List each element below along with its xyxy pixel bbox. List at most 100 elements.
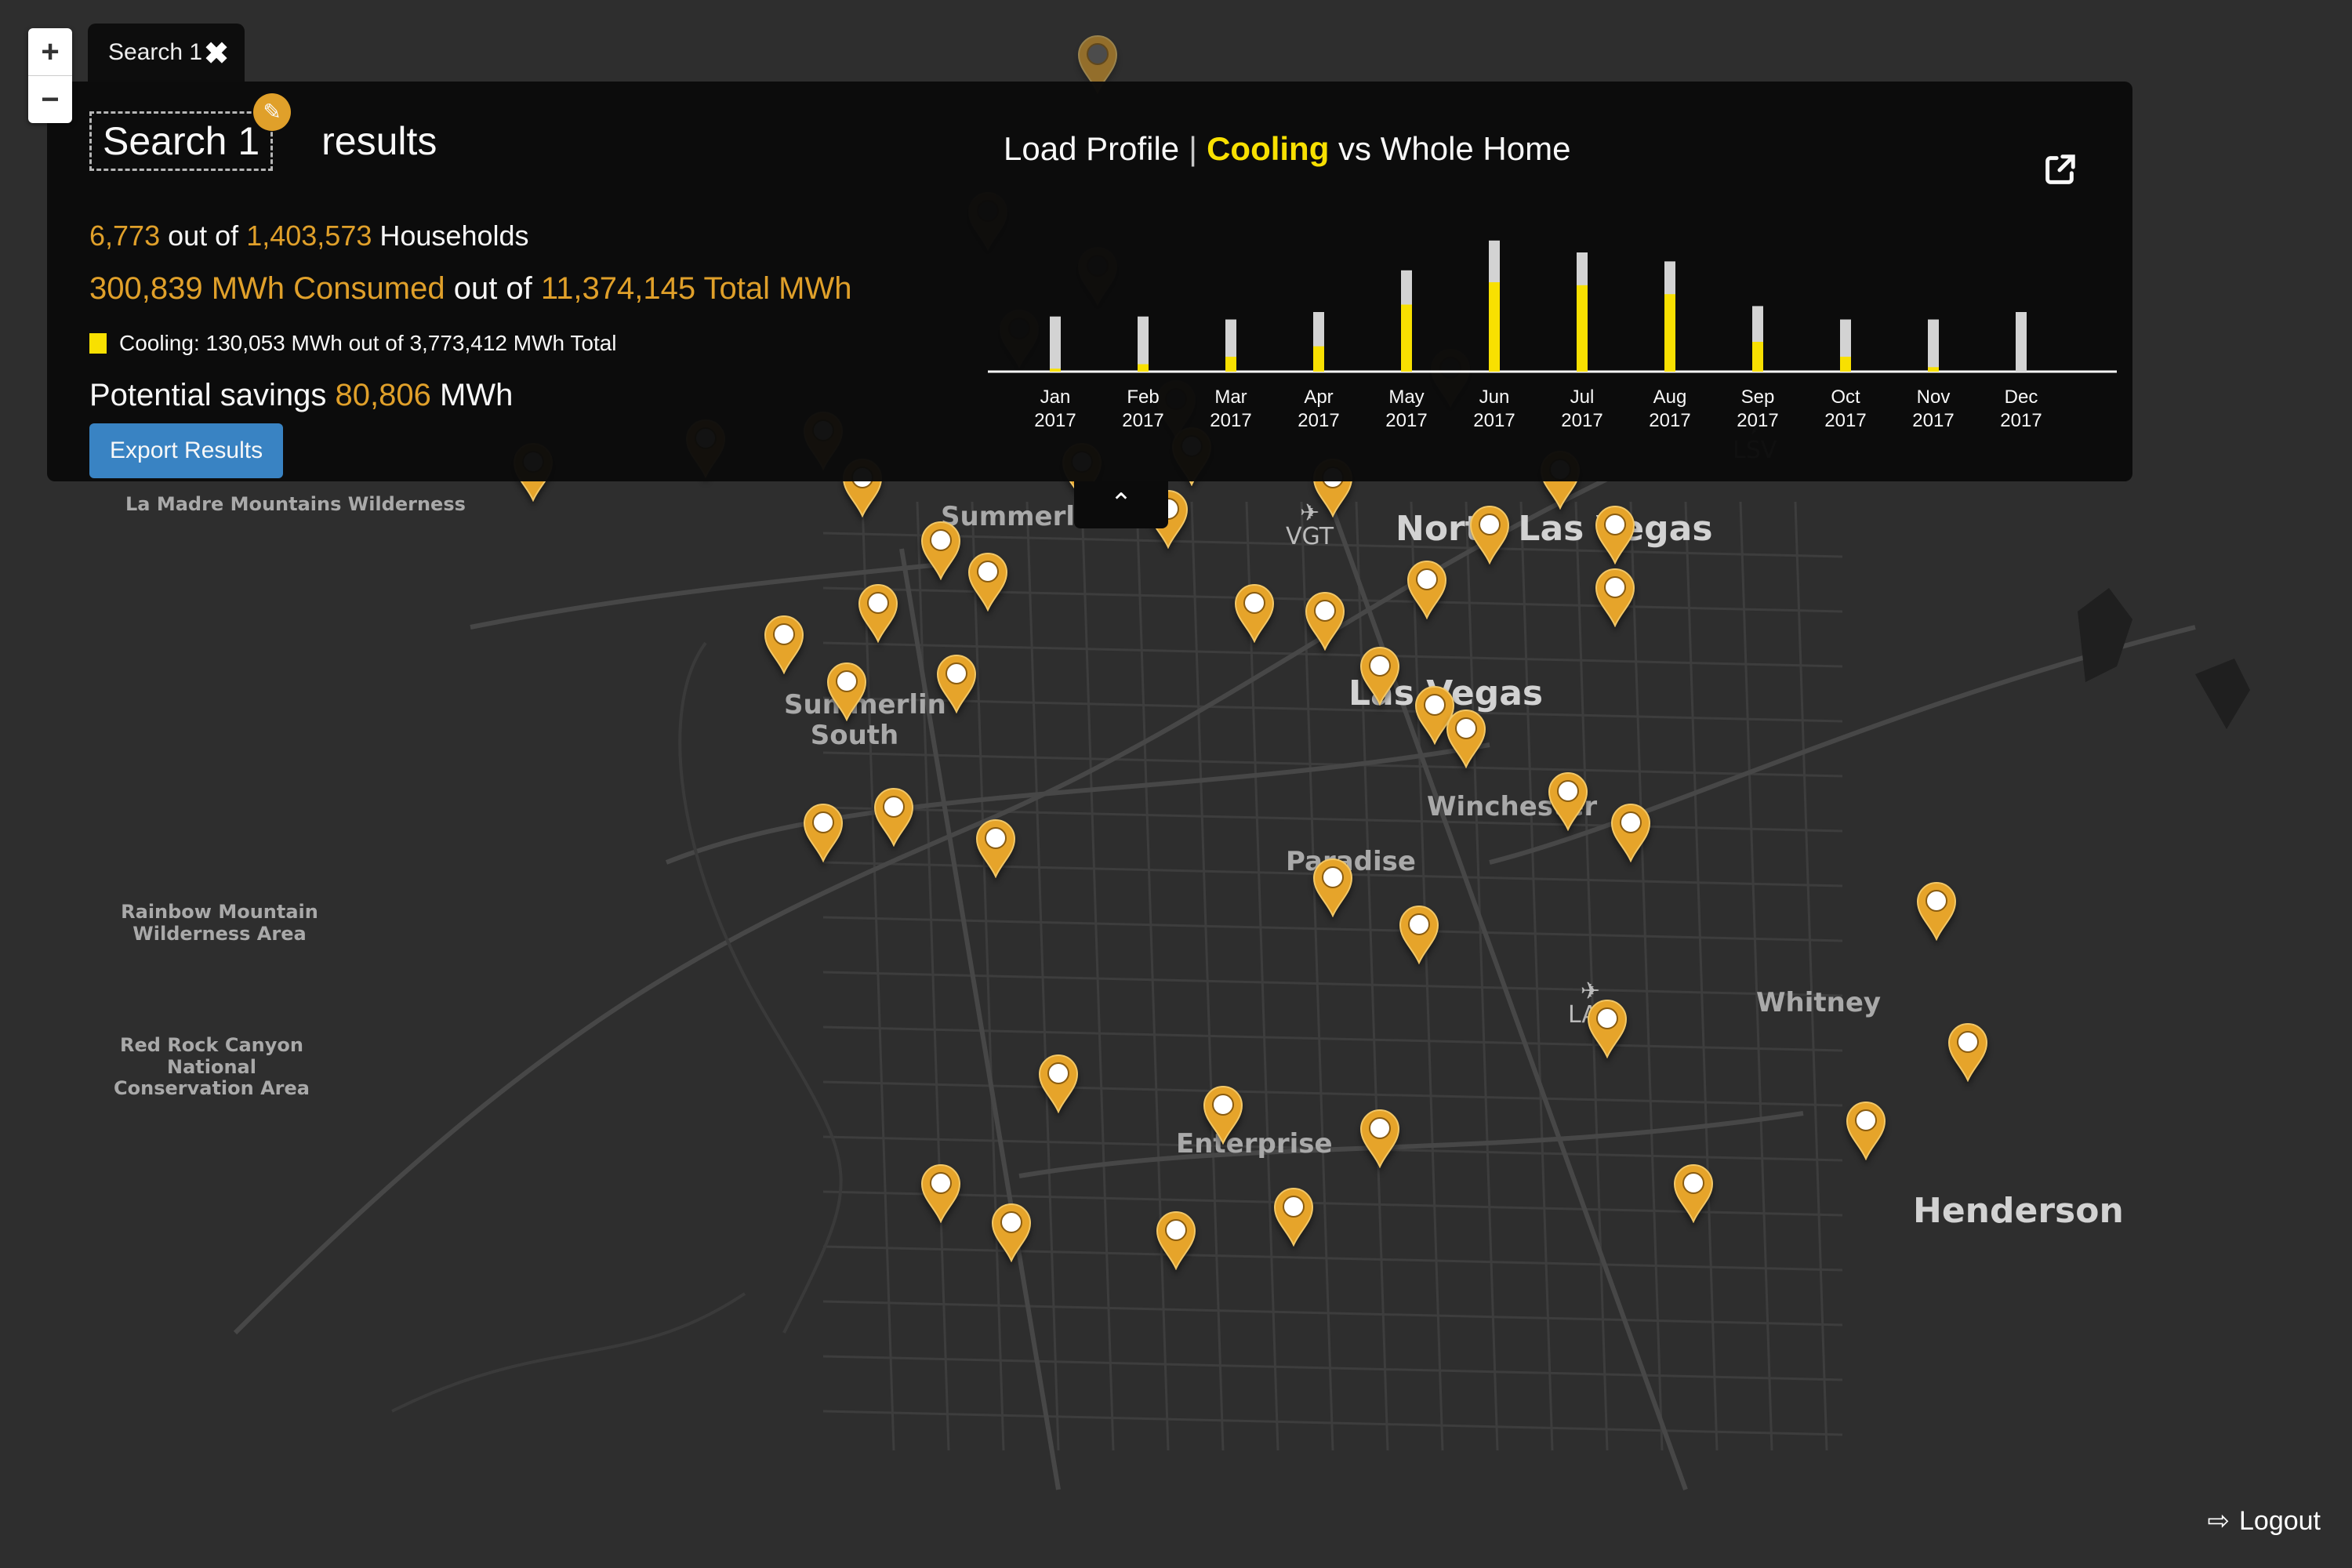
place-enterprise: Enterprise bbox=[1176, 1128, 1333, 1160]
x-tick-label: 2017 bbox=[1122, 410, 1163, 431]
logout-label: Logout bbox=[2239, 1505, 2321, 1536]
x-tick-label: Nov bbox=[1917, 387, 1951, 408]
x-tick-label: Jan bbox=[1040, 387, 1071, 408]
map-pin-icon[interactable] bbox=[1915, 880, 1958, 941]
results-panel: Search 1 ✎ results 6,773 out of 1,403,57… bbox=[47, 82, 2132, 481]
map-pin-icon[interactable] bbox=[1358, 1107, 1402, 1168]
map-pin-icon[interactable] bbox=[1468, 503, 1512, 564]
bar-cooling[interactable] bbox=[1138, 364, 1149, 372]
logout-icon: ⇨ bbox=[2207, 1506, 2230, 1536]
zoom-in-button[interactable]: + bbox=[28, 28, 72, 75]
pencil-icon[interactable]: ✎ bbox=[253, 93, 292, 131]
bar-cooling[interactable] bbox=[1401, 304, 1412, 372]
zoom-control: + − bbox=[28, 28, 72, 123]
x-tick-label: Sep bbox=[1741, 387, 1775, 408]
x-tick-label: 2017 bbox=[1649, 410, 1690, 431]
map-pin-icon[interactable] bbox=[1546, 770, 1590, 831]
x-tick-label: 2017 bbox=[1561, 410, 1602, 431]
bar-cooling[interactable] bbox=[1752, 342, 1763, 372]
households-stat: 6,773 out of 1,403,573 Households bbox=[89, 220, 529, 252]
place-whitney: Whitney bbox=[1756, 987, 1882, 1018]
place-henderson: Henderson bbox=[1913, 1191, 2124, 1231]
search-name-text: Search 1 bbox=[103, 119, 260, 163]
map-pin-icon[interactable] bbox=[801, 801, 845, 862]
bar-whole-home[interactable] bbox=[1928, 319, 1939, 372]
bar-whole-home[interactable] bbox=[1050, 316, 1061, 372]
tab-label: Search 1 bbox=[108, 39, 203, 65]
x-tick-label: 2017 bbox=[1473, 410, 1515, 431]
x-tick-label: 2017 bbox=[1824, 410, 1866, 431]
x-tick-label: Feb bbox=[1127, 387, 1159, 408]
search-name-editable[interactable]: Search 1 ✎ bbox=[89, 93, 292, 171]
bar-cooling[interactable] bbox=[1225, 357, 1236, 372]
savings-stat: Potential savings 80,806 MWh bbox=[89, 378, 514, 412]
map-pin-icon[interactable] bbox=[1036, 1052, 1080, 1113]
map-pin-icon[interactable] bbox=[966, 550, 1010, 612]
bar-cooling[interactable] bbox=[1313, 346, 1324, 372]
x-tick-label: 2017 bbox=[1912, 410, 1954, 431]
chart-title: Load Profile | Cooling vs Whole Home bbox=[1004, 130, 1571, 167]
map-pin-icon[interactable] bbox=[935, 652, 978, 713]
bar-cooling[interactable] bbox=[1840, 357, 1851, 372]
cooling-stat: Cooling: 130,053 MWh out of 3,773,412 MW… bbox=[89, 331, 617, 356]
bar-cooling[interactable] bbox=[1577, 285, 1588, 372]
place-north-las-vegas: North Las Vegas bbox=[1396, 509, 1713, 549]
map-pin-icon[interactable] bbox=[989, 1201, 1033, 1262]
map-pin-icon[interactable] bbox=[1444, 707, 1488, 768]
bar-cooling[interactable] bbox=[1050, 368, 1061, 372]
collapse-panel-button[interactable]: ⌃ bbox=[1074, 481, 1168, 528]
zoom-out-button[interactable]: − bbox=[28, 75, 72, 123]
bar-cooling[interactable] bbox=[1489, 282, 1500, 372]
bar-cooling[interactable] bbox=[1928, 367, 1939, 372]
map-pin-icon[interactable] bbox=[1946, 1021, 1990, 1082]
map-pin-icon[interactable] bbox=[1593, 503, 1637, 564]
bar-cooling[interactable] bbox=[1664, 294, 1675, 372]
map-pin-icon[interactable] bbox=[1311, 856, 1355, 917]
x-tick-label: Aug bbox=[1653, 387, 1687, 408]
map-pin-icon[interactable] bbox=[1201, 1083, 1245, 1145]
x-tick-label: Jun bbox=[1479, 387, 1510, 408]
consumption-stat: 300,839 MWh Consumed out of 11,374,145 T… bbox=[89, 271, 852, 306]
map-pin-icon[interactable] bbox=[1232, 582, 1276, 643]
map-pin-icon[interactable] bbox=[919, 519, 963, 580]
cooling-swatch bbox=[89, 333, 107, 354]
map-pin-icon[interactable] bbox=[872, 786, 916, 847]
logout-button[interactable]: ⇨ Logout bbox=[2208, 1505, 2321, 1537]
bar-whole-home[interactable] bbox=[1138, 316, 1149, 372]
place-la-madre: La Madre Mountains Wilderness bbox=[125, 493, 466, 515]
map-pin-icon[interactable] bbox=[1303, 590, 1347, 651]
export-results-button[interactable]: Export Results bbox=[89, 423, 284, 478]
map-pin-icon[interactable] bbox=[1405, 558, 1449, 619]
x-tick-label: 2017 bbox=[1210, 410, 1251, 431]
map-pin-icon[interactable] bbox=[1585, 997, 1629, 1058]
external-link-icon[interactable] bbox=[2042, 152, 2078, 188]
map-pin-icon[interactable] bbox=[856, 582, 900, 643]
x-tick-label: 2017 bbox=[1034, 410, 1076, 431]
results-label: results bbox=[321, 119, 437, 163]
x-tick-label: Dec bbox=[2005, 387, 2038, 408]
tab-search-1[interactable]: Search 1 ✖ bbox=[88, 24, 245, 82]
results-header: Search 1 ✎ results bbox=[89, 93, 437, 171]
map-pin-icon[interactable] bbox=[1671, 1162, 1715, 1223]
x-tick-label: Jul bbox=[1570, 387, 1595, 408]
x-tick-label: 2017 bbox=[1737, 410, 1778, 431]
map-pin-icon[interactable] bbox=[1593, 566, 1637, 627]
map-pin-icon[interactable] bbox=[1358, 644, 1402, 706]
map-pin-icon[interactable] bbox=[1609, 801, 1653, 862]
x-tick-label: Apr bbox=[1304, 387, 1333, 408]
map-pin-icon[interactable] bbox=[1272, 1185, 1316, 1247]
close-icon[interactable]: ✖ bbox=[204, 36, 229, 71]
x-tick-label: May bbox=[1388, 387, 1424, 408]
map-pin-icon[interactable] bbox=[762, 613, 806, 674]
x-tick-label: 2017 bbox=[1385, 410, 1427, 431]
x-tick-label: Oct bbox=[1831, 387, 1860, 408]
bar-whole-home[interactable] bbox=[2016, 312, 2027, 372]
map-pin-icon[interactable] bbox=[825, 660, 869, 721]
map-pin-icon[interactable] bbox=[1844, 1099, 1888, 1160]
map-pin-icon[interactable] bbox=[1397, 903, 1441, 964]
place-red-rock: Red Rock Canyon National Conservation Ar… bbox=[114, 1034, 310, 1100]
place-rainbow-mountain: Rainbow Mountain Wilderness Area bbox=[121, 901, 318, 945]
map-pin-icon[interactable] bbox=[919, 1162, 963, 1223]
map-pin-icon[interactable] bbox=[974, 817, 1018, 878]
map-pin-icon[interactable] bbox=[1154, 1209, 1198, 1270]
